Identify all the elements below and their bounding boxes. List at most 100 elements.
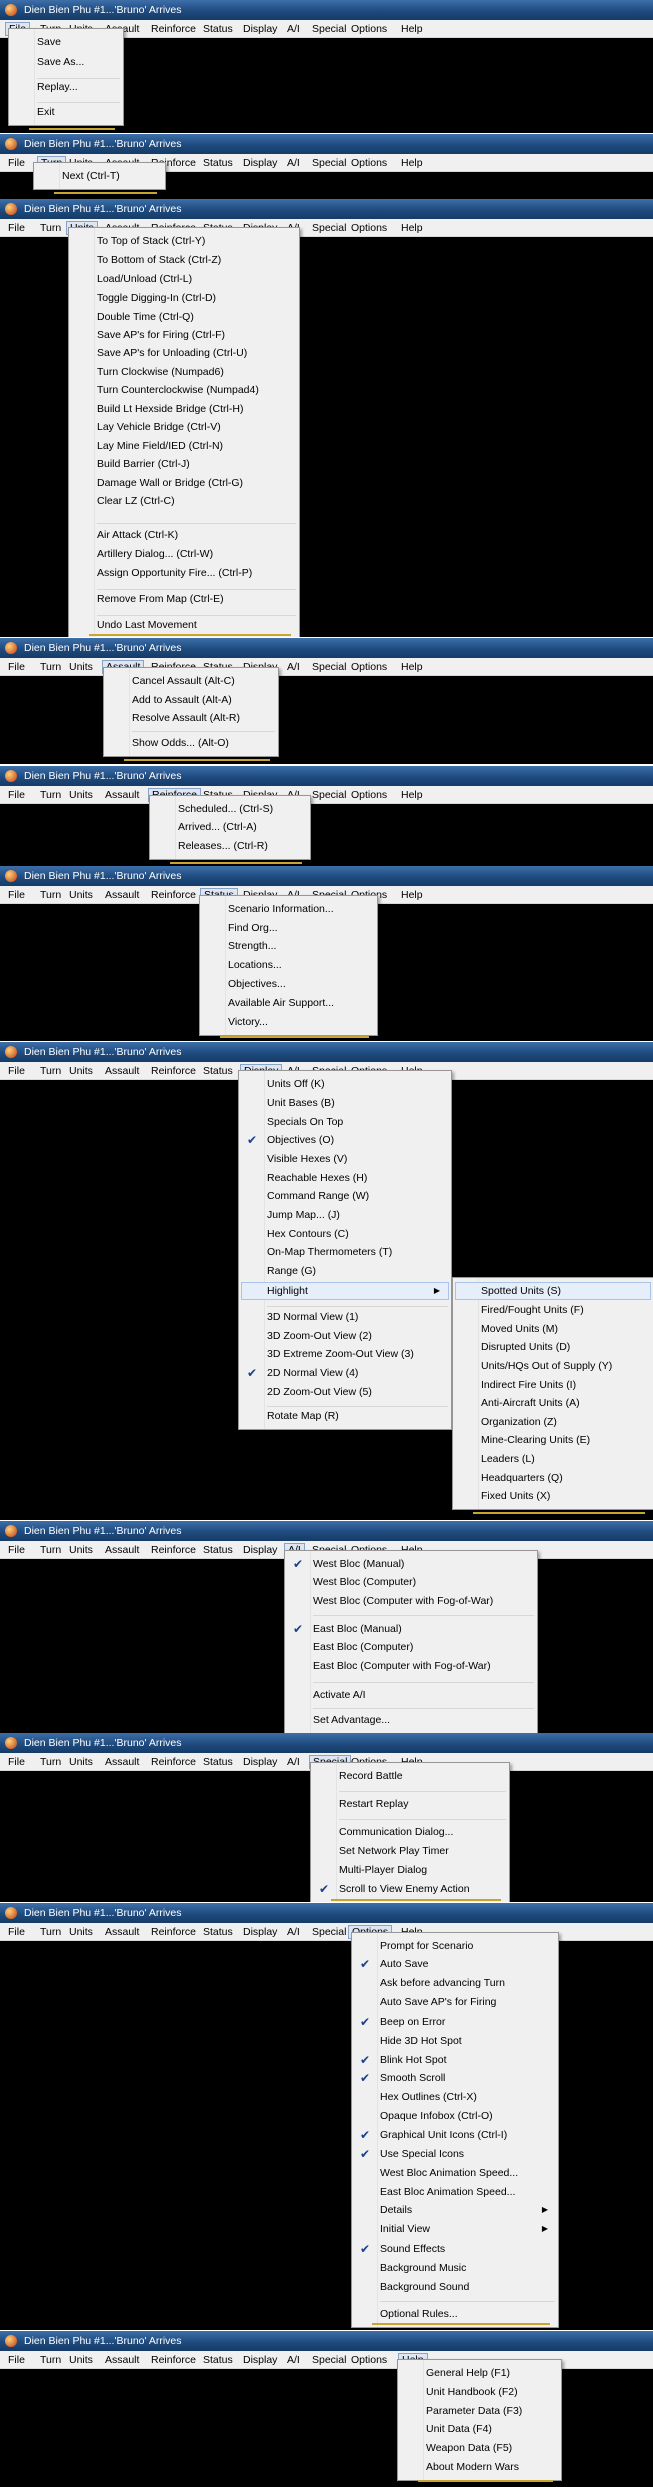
- menu-item[interactable]: Weapon Data (F5): [400, 2439, 559, 2457]
- menu-item[interactable]: Build Barrier (Ctrl-J): [71, 455, 297, 473]
- menu-options[interactable]: Options: [348, 788, 390, 802]
- menu-item[interactable]: ✔ West Bloc (Manual): [287, 1555, 535, 1573]
- menu-item[interactable]: Visible Hexes (V): [241, 1150, 449, 1168]
- menu-item[interactable]: Next (Ctrl-T): [36, 167, 163, 185]
- menu-item[interactable]: Locations...: [202, 956, 375, 974]
- menu-reinforce[interactable]: Reinforce: [148, 888, 199, 902]
- menu-options[interactable]: Options: [348, 660, 390, 674]
- menu-help[interactable]: Help: [398, 888, 426, 902]
- menu-assault[interactable]: Assault: [102, 1925, 142, 1939]
- menu-item[interactable]: Load/Unload (Ctrl-L): [71, 270, 297, 288]
- menu-status[interactable]: Status: [200, 2353, 236, 2367]
- menu-units[interactable]: Units: [66, 660, 96, 674]
- menu-item[interactable]: General Help (F1): [400, 2364, 559, 2382]
- menu-item[interactable]: Save AP's for Firing (Ctrl-F): [71, 326, 297, 344]
- menu-item[interactable]: To Bottom of Stack (Ctrl-Z): [71, 251, 297, 269]
- menu-item[interactable]: Resolve Assault (Alt-R): [106, 709, 276, 727]
- menu-item[interactable]: Remove From Map (Ctrl-E): [71, 590, 297, 608]
- menu-item[interactable]: Mine-Clearing Units (E): [455, 1431, 651, 1449]
- menu-file[interactable]: File: [5, 1925, 28, 1939]
- menu-item[interactable]: Ask before advancing Turn: [354, 1974, 556, 1992]
- menu-item[interactable]: Toggle Digging-In (Ctrl-D): [71, 289, 297, 307]
- menu-reinforce[interactable]: Reinforce: [148, 22, 199, 36]
- menu-item[interactable]: Reachable Hexes (H): [241, 1169, 449, 1187]
- menu-options[interactable]: Options: [348, 156, 390, 170]
- menu-turn[interactable]: Turn: [37, 1543, 64, 1557]
- menu-options[interactable]: Options: [348, 2353, 390, 2367]
- menu-special[interactable]: Special: [309, 156, 349, 170]
- menu-item[interactable]: Unit Data (F4): [400, 2420, 559, 2438]
- menu-item[interactable]: 3D Extreme Zoom-Out View (3): [241, 1345, 449, 1363]
- menu-item[interactable]: Set Network Play Timer: [313, 1842, 507, 1860]
- menu-turn[interactable]: Turn: [37, 788, 64, 802]
- menu-item[interactable]: Auto Save AP's for Firing: [354, 1993, 556, 2011]
- menu-special[interactable]: Special: [309, 1925, 349, 1939]
- menu-status[interactable]: Status: [200, 1064, 236, 1078]
- menu-display[interactable]: Display: [240, 2353, 280, 2367]
- menu-item[interactable]: Indirect Fire Units (I): [455, 1376, 651, 1394]
- menu-special[interactable]: Special: [309, 788, 349, 802]
- menu-item[interactable]: 2D Zoom-Out View (5): [241, 1383, 449, 1401]
- menu-item[interactable]: Unit Bases (B): [241, 1094, 449, 1112]
- menu-file[interactable]: File: [5, 2353, 28, 2367]
- menu-item[interactable]: Exit: [11, 103, 121, 121]
- menu-item[interactable]: Prompt for Scenario: [354, 1937, 556, 1955]
- menu-item[interactable]: On-Map Thermometers (T): [241, 1243, 449, 1261]
- menu-item[interactable]: Build Lt Hexside Bridge (Ctrl-H): [71, 400, 297, 418]
- menu-units[interactable]: Units: [66, 788, 96, 802]
- menu-item[interactable]: Undo Last Movement: [71, 616, 297, 634]
- menu-options[interactable]: Options: [348, 221, 390, 235]
- menu-turn[interactable]: Turn: [37, 1064, 64, 1078]
- menu-item[interactable]: Anti-Aircraft Units (A): [455, 1394, 651, 1412]
- menu-file[interactable]: File: [5, 221, 28, 235]
- menu-item[interactable]: Opaque Infobox (Ctrl-O): [354, 2107, 556, 2125]
- menu-display[interactable]: Display: [240, 1925, 280, 1939]
- menu-item[interactable]: ✔ Blink Hot Spot: [354, 2051, 556, 2069]
- menu-item[interactable]: Artillery Dialog... (Ctrl-W): [71, 545, 297, 563]
- menu-units[interactable]: Units: [66, 1543, 96, 1557]
- menu-assault[interactable]: Assault: [102, 1543, 142, 1557]
- menu-turn[interactable]: Turn: [37, 660, 64, 674]
- menu-item[interactable]: Optional Rules...: [354, 2305, 556, 2323]
- menu-turn[interactable]: Turn: [37, 221, 64, 235]
- menu-units[interactable]: Units: [66, 1925, 96, 1939]
- menu-item[interactable]: Clear LZ (Ctrl-C): [71, 492, 297, 510]
- menu-special[interactable]: Special: [309, 2353, 349, 2367]
- menu-item[interactable]: Disrupted Units (D): [455, 1338, 651, 1356]
- menu-item[interactable]: Spotted Units (S): [455, 1282, 651, 1300]
- menu-reinforce[interactable]: Reinforce: [148, 1755, 199, 1769]
- menu-item[interactable]: Show Odds... (Alt-O): [106, 734, 276, 752]
- menu-item[interactable]: Hex Contours (C): [241, 1225, 449, 1243]
- menu-assault[interactable]: Assault: [102, 788, 142, 802]
- menu-item[interactable]: Save As...: [11, 53, 121, 71]
- menu-item[interactable]: ✔ 2D Normal View (4): [241, 1364, 449, 1382]
- menu-item[interactable]: Hex Outlines (Ctrl-X): [354, 2088, 556, 2106]
- menu-item[interactable]: Units Off (K): [241, 1075, 449, 1093]
- menu-item[interactable]: Save AP's for Unloading (Ctrl-U): [71, 344, 297, 362]
- menu-help[interactable]: Help: [398, 660, 426, 674]
- menu-display[interactable]: Display: [240, 1755, 280, 1769]
- menu-item[interactable]: Find Org...: [202, 919, 375, 937]
- menu-ai[interactable]: A/I: [284, 2353, 303, 2367]
- menu-item[interactable]: East Bloc (Computer): [287, 1638, 535, 1656]
- menu-item[interactable]: Parameter Data (F3): [400, 2402, 559, 2420]
- menu-item[interactable]: Turn Counterclockwise (Numpad4): [71, 381, 297, 399]
- menu-assault[interactable]: Assault: [102, 1755, 142, 1769]
- menu-item[interactable]: ✔ Use Special Icons: [354, 2145, 556, 2163]
- menu-options[interactable]: Options: [348, 22, 390, 36]
- menu-units[interactable]: Units: [66, 2353, 96, 2367]
- menu-turn[interactable]: Turn: [37, 888, 64, 902]
- menu-units[interactable]: Units: [66, 888, 96, 902]
- menu-assault[interactable]: Assault: [102, 1064, 142, 1078]
- menu-help[interactable]: Help: [398, 788, 426, 802]
- menu-item[interactable]: ✔ Sound Effects: [354, 2240, 556, 2258]
- menu-item[interactable]: Initial View ▶: [354, 2220, 556, 2238]
- menu-item[interactable]: Lay Mine Field/IED (Ctrl-N): [71, 437, 297, 455]
- menu-item[interactable]: Air Attack (Ctrl-K): [71, 526, 297, 544]
- menu-status[interactable]: Status: [200, 22, 236, 36]
- menu-status[interactable]: Status: [200, 1755, 236, 1769]
- menu-item[interactable]: Victory...: [202, 1013, 375, 1031]
- menu-item[interactable]: About Modern Wars: [400, 2458, 559, 2476]
- menu-item[interactable]: Arrived... (Ctrl-A): [152, 818, 308, 836]
- menu-item[interactable]: Objectives...: [202, 975, 375, 993]
